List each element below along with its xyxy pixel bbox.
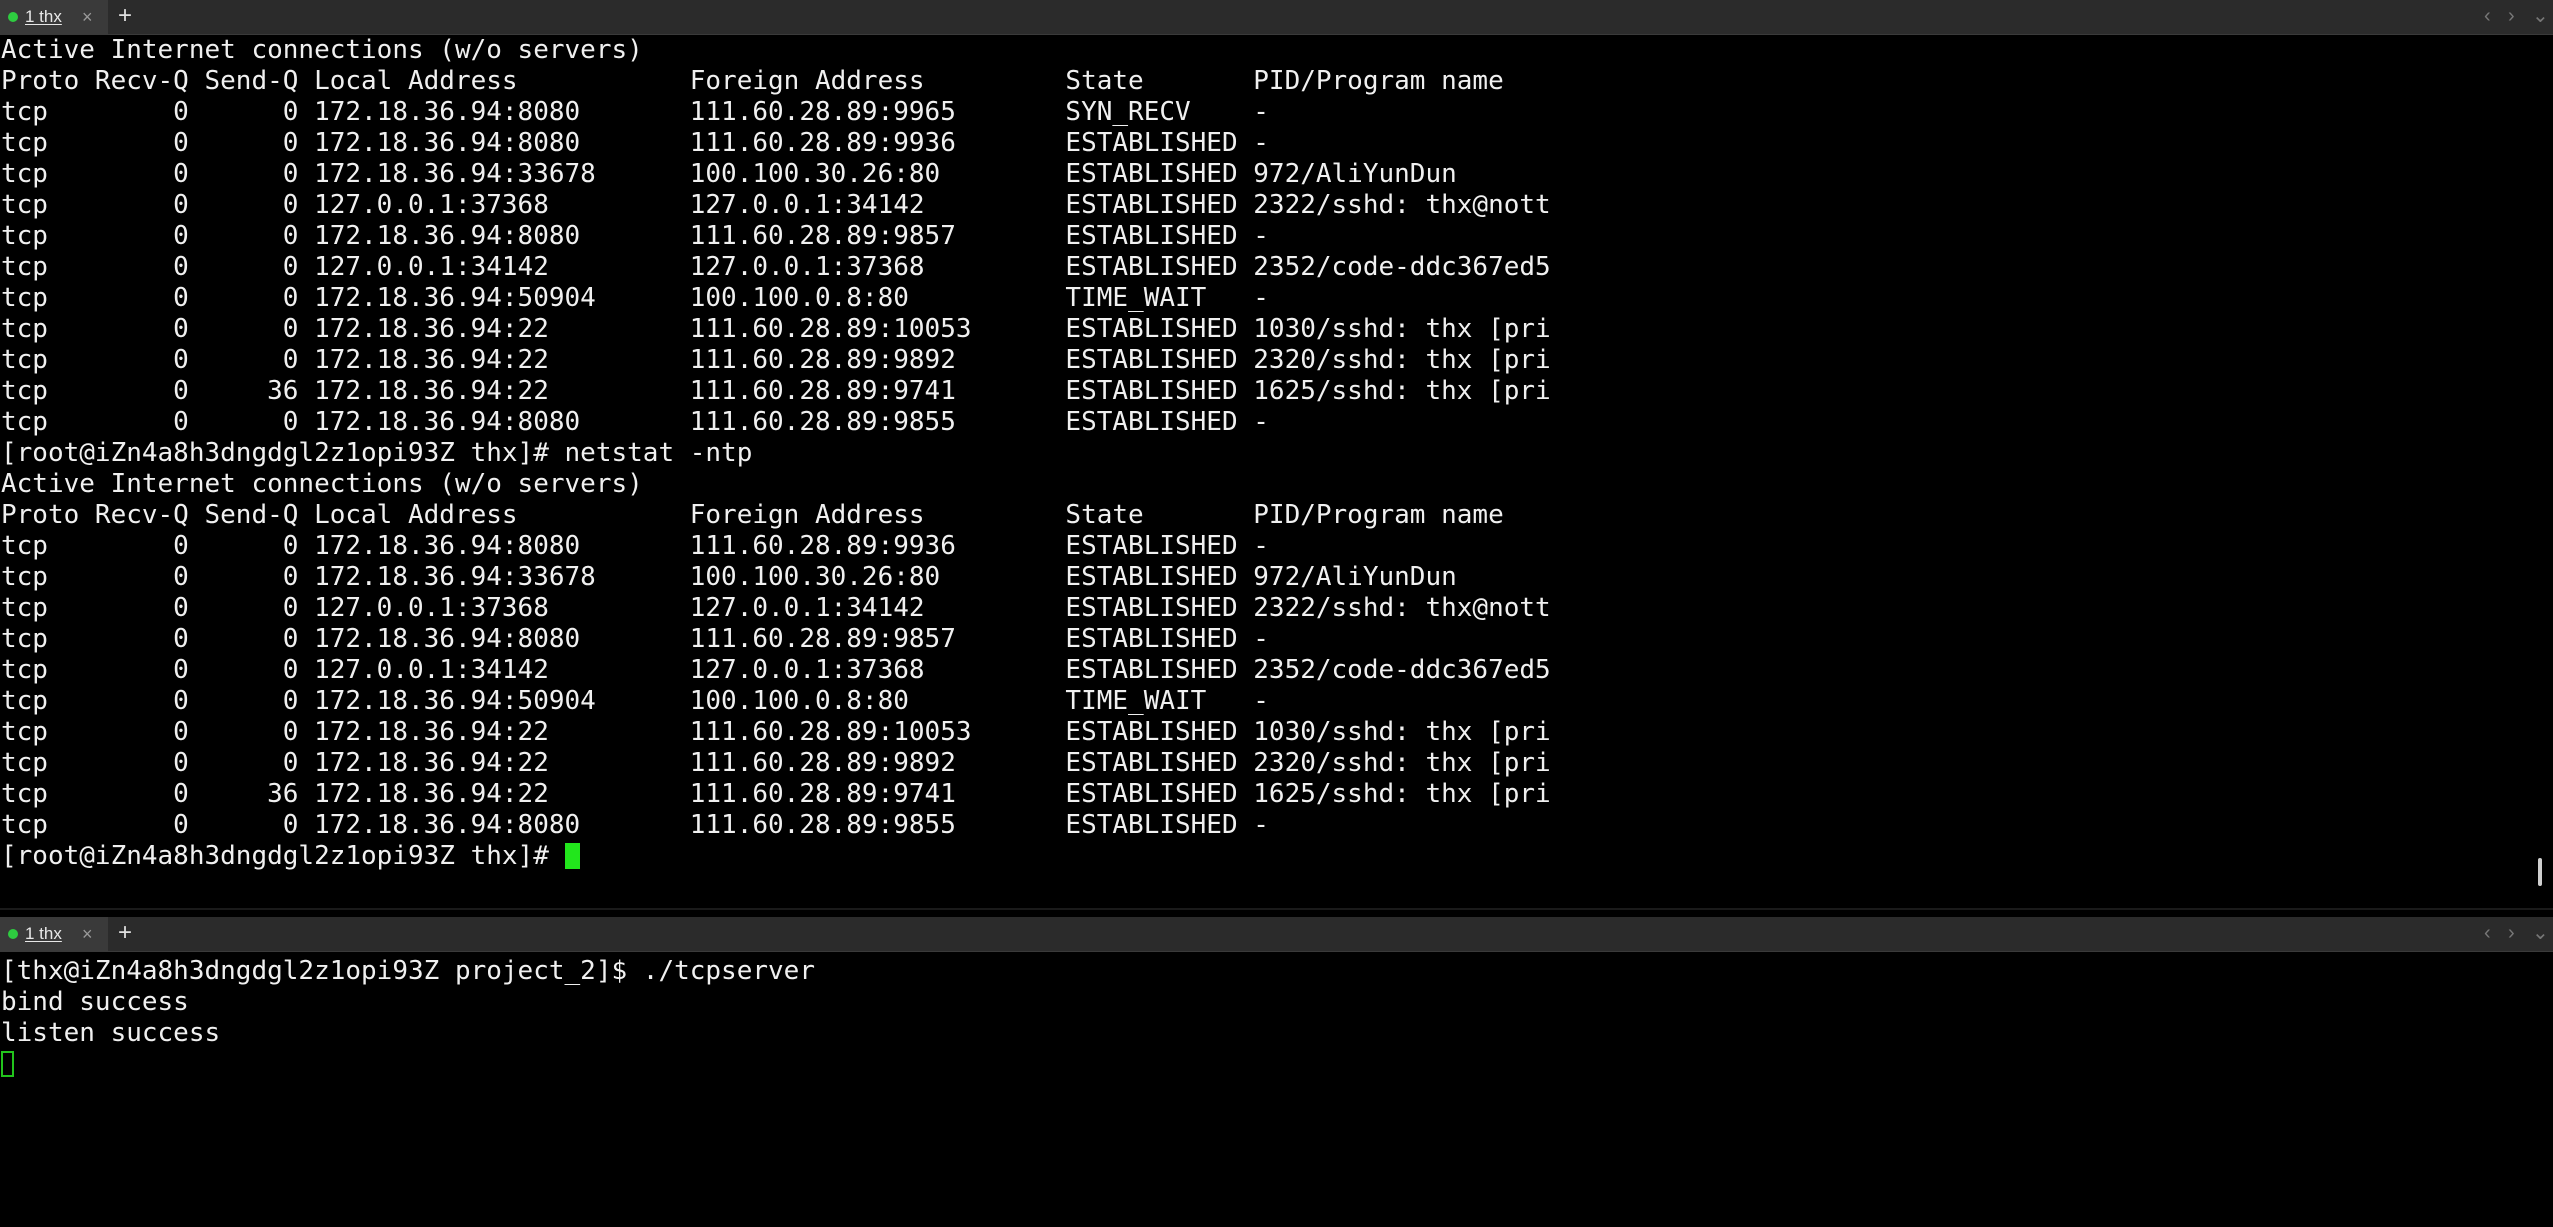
- terminal-line: tcp 0 0 127.0.0.1:37368 127.0.0.1:34142 …: [1, 593, 1551, 623]
- terminal-line: Active Internet connections (w/o servers…: [1, 469, 643, 499]
- tab-menu-chevron-down-icon[interactable]: ⌄: [2532, 917, 2549, 951]
- terminal-line: tcp 0 0 172.18.36.94:22 111.60.28.89:989…: [1, 345, 1551, 375]
- bottom-cursor-line: [0, 1049, 2553, 1080]
- tab-menu-chevron-down-icon[interactable]: ⌄: [2532, 0, 2549, 34]
- terminal-line: tcp 0 0 172.18.36.94:8080 111.60.28.89:9…: [1, 810, 1269, 840]
- status-dot-icon: [8, 929, 18, 939]
- top-tab-bar: 1 thx × + ‹ › ⌄: [0, 0, 2553, 35]
- prompt-text: [root@iZn4a8h3dngdgl2z1opi93Z thx]#: [1, 841, 565, 871]
- top-terminal-pane[interactable]: Active Internet connections (w/o servers…: [0, 35, 2553, 907]
- tab-label: 1 thx: [25, 924, 62, 943]
- terminal-line: tcp 0 0 172.18.36.94:33678 100.100.30.26…: [1, 562, 1457, 592]
- terminal-line: listen success: [1, 1018, 221, 1048]
- terminal-line: tcp 0 0 172.18.36.94:8080 111.60.28.89:9…: [1, 221, 1269, 251]
- terminal-line: tcp 0 0 127.0.0.1:37368 127.0.0.1:34142 …: [1, 190, 1551, 220]
- terminal-line: tcp 0 0 172.18.36.94:22 111.60.28.89:100…: [1, 314, 1551, 344]
- close-tab-icon[interactable]: ×: [82, 917, 93, 951]
- terminal-line: [root@iZn4a8h3dngdgl2z1opi93Z thx]# nets…: [1, 438, 753, 468]
- terminal-line: Active Internet connections (w/o servers…: [1, 35, 643, 65]
- add-tab-button[interactable]: +: [118, 0, 132, 34]
- terminal-line: tcp 0 0 172.18.36.94:8080 111.60.28.89:9…: [1, 97, 1269, 127]
- terminal-line: tcp 0 0 172.18.36.94:22 111.60.28.89:100…: [1, 717, 1551, 747]
- terminal-line: tcp 0 36 172.18.36.94:22 111.60.28.89:97…: [1, 376, 1551, 406]
- terminal-line: tcp 0 0 172.18.36.94:8080 111.60.28.89:9…: [1, 128, 1269, 158]
- terminal-line: tcp 0 0 127.0.0.1:34142 127.0.0.1:37368 …: [1, 655, 1551, 685]
- tab-label: 1 thx: [25, 7, 62, 26]
- terminal-line: tcp 0 0 172.18.36.94:50904 100.100.0.8:8…: [1, 283, 1269, 313]
- status-dot-icon: [8, 12, 18, 22]
- terminal-line: tcp 0 0 172.18.36.94:8080 111.60.28.89:9…: [1, 624, 1269, 654]
- terminal-line: tcp 0 0 172.18.36.94:8080 111.60.28.89:9…: [1, 407, 1269, 437]
- top-scrollbar[interactable]: [2538, 858, 2542, 886]
- terminal-line: tcp 0 0 172.18.36.94:50904 100.100.0.8:8…: [1, 686, 1269, 716]
- terminal-line: Proto Recv-Q Send-Q Local Address Foreig…: [1, 500, 1504, 530]
- bottom-tab-bar: 1 thx × + ‹ › ⌄: [0, 917, 2553, 952]
- terminal-line: tcp 0 36 172.18.36.94:22 111.60.28.89:97…: [1, 779, 1551, 809]
- terminal-line: [thx@iZn4a8h3dngdgl2z1opi93Z project_2]$…: [1, 956, 815, 986]
- terminal-cursor: [1, 1051, 14, 1077]
- scroll-tabs-right-icon[interactable]: ›: [2508, 917, 2515, 951]
- scroll-tabs-right-icon[interactable]: ›: [2508, 0, 2515, 34]
- bottom-terminal-pane[interactable]: [thx@iZn4a8h3dngdgl2z1opi93Z project_2]$…: [0, 956, 2553, 1227]
- terminal-line: tcp 0 0 127.0.0.1:34142 127.0.0.1:37368 …: [1, 252, 1551, 282]
- scroll-tabs-left-icon[interactable]: ‹: [2484, 0, 2491, 34]
- bottom-session-tab[interactable]: 1 thx ×: [0, 917, 108, 951]
- add-tab-button[interactable]: +: [118, 917, 132, 951]
- terminal-cursor: [564, 843, 580, 869]
- bottom-terminal-output: [thx@iZn4a8h3dngdgl2z1opi93Z project_2]$…: [0, 956, 2553, 1049]
- terminal-line: tcp 0 0 172.18.36.94:33678 100.100.30.26…: [1, 159, 1457, 189]
- close-tab-icon[interactable]: ×: [82, 0, 93, 34]
- terminal-line: bind success: [1, 987, 189, 1017]
- terminal-line: Proto Recv-Q Send-Q Local Address Foreig…: [1, 66, 1504, 96]
- top-prompt-line: [root@iZn4a8h3dngdgl2z1opi93Z thx]#: [0, 841, 2553, 872]
- terminal-line: tcp 0 0 172.18.36.94:22 111.60.28.89:989…: [1, 748, 1551, 778]
- pane-divider[interactable]: [0, 908, 2553, 910]
- top-terminal-output: Active Internet connections (w/o servers…: [0, 35, 2553, 841]
- terminal-line: tcp 0 0 172.18.36.94:8080 111.60.28.89:9…: [1, 531, 1269, 561]
- scroll-tabs-left-icon[interactable]: ‹: [2484, 917, 2491, 951]
- top-session-tab[interactable]: 1 thx ×: [0, 0, 108, 34]
